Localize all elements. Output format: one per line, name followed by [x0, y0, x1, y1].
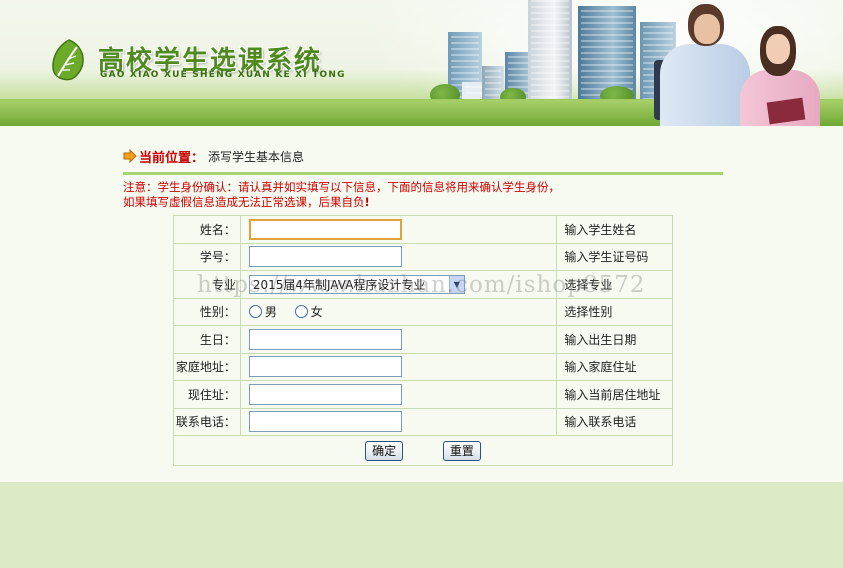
name-hint: 输入学生姓名 [556, 215, 673, 244]
birthday-hint: 输入出生日期 [556, 325, 673, 354]
site-subtitle: GAO XIAO XUE SHENG XUAN KE XI TONG [100, 70, 346, 80]
building [528, 0, 572, 102]
phone-label: 联系电话： [173, 407, 241, 436]
gender-male-option[interactable]: 男 [248, 303, 277, 320]
major-select[interactable]: 2015届4年制JAVA程序设计专业 ▼ [248, 274, 465, 294]
reset-button[interactable]: 重置 [442, 440, 481, 461]
exclamation-icon: ! [364, 195, 370, 209]
gender-label: 性别： [173, 297, 241, 326]
current-address-hint: 输入当前居住地址 [556, 380, 673, 409]
notice-line-2-text: 如果填写虚假信息造成无法正常选课，后果自负 [123, 195, 365, 209]
form-row-current-address: 现住址： 输入当前居住地址 [173, 380, 673, 409]
notice-line-2: 如果填写虚假信息造成无法正常选课，后果自负! [123, 195, 723, 210]
phone-hint: 输入联系电话 [556, 407, 673, 436]
gender-female-option[interactable]: 女 [294, 303, 323, 320]
phone-input[interactable] [248, 411, 402, 433]
current-address-label: 现住址： [173, 380, 241, 409]
form-row-name: 姓名： 输入学生姓名 [173, 215, 673, 244]
student-id-hint: 输入学生证号码 [556, 242, 673, 271]
footer [0, 482, 843, 568]
section-divider [123, 172, 723, 175]
form-row-actions: 确定 重置 [173, 435, 673, 466]
breadcrumb: 当前位置： 添写学生基本信息 [123, 148, 305, 166]
form-row-gender: 性别： 男 女 选择性别 [173, 297, 673, 326]
birthday-label: 生日： [173, 325, 241, 354]
gender-female-label: 女 [310, 304, 323, 319]
main-content: 当前位置： 添写学生基本信息 注意：学生身份确认：请认真并如实填写以下信息，下面… [0, 126, 843, 482]
major-label: 专业 [173, 270, 241, 299]
current-address-input[interactable] [248, 383, 402, 405]
chevron-down-icon[interactable]: ▼ [448, 275, 464, 293]
warning-notice: 注意：学生身份确认：请认真并如实填写以下信息，下面的信息将用来确认学生身份， 如… [123, 180, 723, 210]
gender-hint: 选择性别 [556, 297, 673, 326]
home-address-hint: 输入家庭住址 [556, 352, 673, 381]
student-male-face [694, 14, 720, 44]
home-address-label: 家庭地址： [173, 352, 241, 381]
breadcrumb-label: 当前位置： [139, 150, 205, 166]
birthday-input[interactable] [248, 328, 402, 350]
radio-male[interactable] [248, 304, 262, 318]
gender-male-label: 男 [264, 304, 277, 319]
form-row-birthday: 生日： 输入出生日期 [173, 325, 673, 354]
major-hint: 选择专业 [556, 270, 673, 299]
student-male-body [660, 44, 750, 126]
student-female-face [766, 34, 790, 64]
form-row-home-address: 家庭地址： 输入家庭住址 [173, 352, 673, 381]
form-row-major: 专业 2015届4年制JAVA程序设计专业 ▼ 选择专业 [173, 270, 673, 299]
notice-line-1: 注意：学生身份确认：请认真并如实填写以下信息，下面的信息将用来确认学生身份， [123, 180, 560, 194]
form-row-phone: 联系电话： 输入联系电话 [173, 407, 673, 436]
name-input[interactable] [248, 218, 402, 240]
student-id-input[interactable] [248, 246, 402, 268]
name-label: 姓名： [173, 215, 241, 244]
arrow-right-icon [123, 149, 137, 163]
radio-female[interactable] [294, 304, 308, 318]
student-id-label: 学号： [173, 242, 241, 271]
leaf-icon [52, 39, 84, 81]
submit-button[interactable]: 确定 [365, 440, 404, 461]
breadcrumb-current: 添写学生基本信息 [208, 149, 305, 164]
form-row-student-id: 学号： 输入学生证号码 [173, 242, 673, 271]
student-info-form: 姓名： 输入学生姓名 学号： 输入学生证号码 专业 2015届4年制JAVA程序… [173, 215, 673, 466]
header-banner: 高校学生选课系统 GAO XIAO XUE SHENG XUAN KE XI T… [0, 0, 843, 126]
home-address-input[interactable] [248, 356, 402, 378]
major-selected-value: 2015届4年制JAVA程序设计专业 [252, 277, 426, 292]
